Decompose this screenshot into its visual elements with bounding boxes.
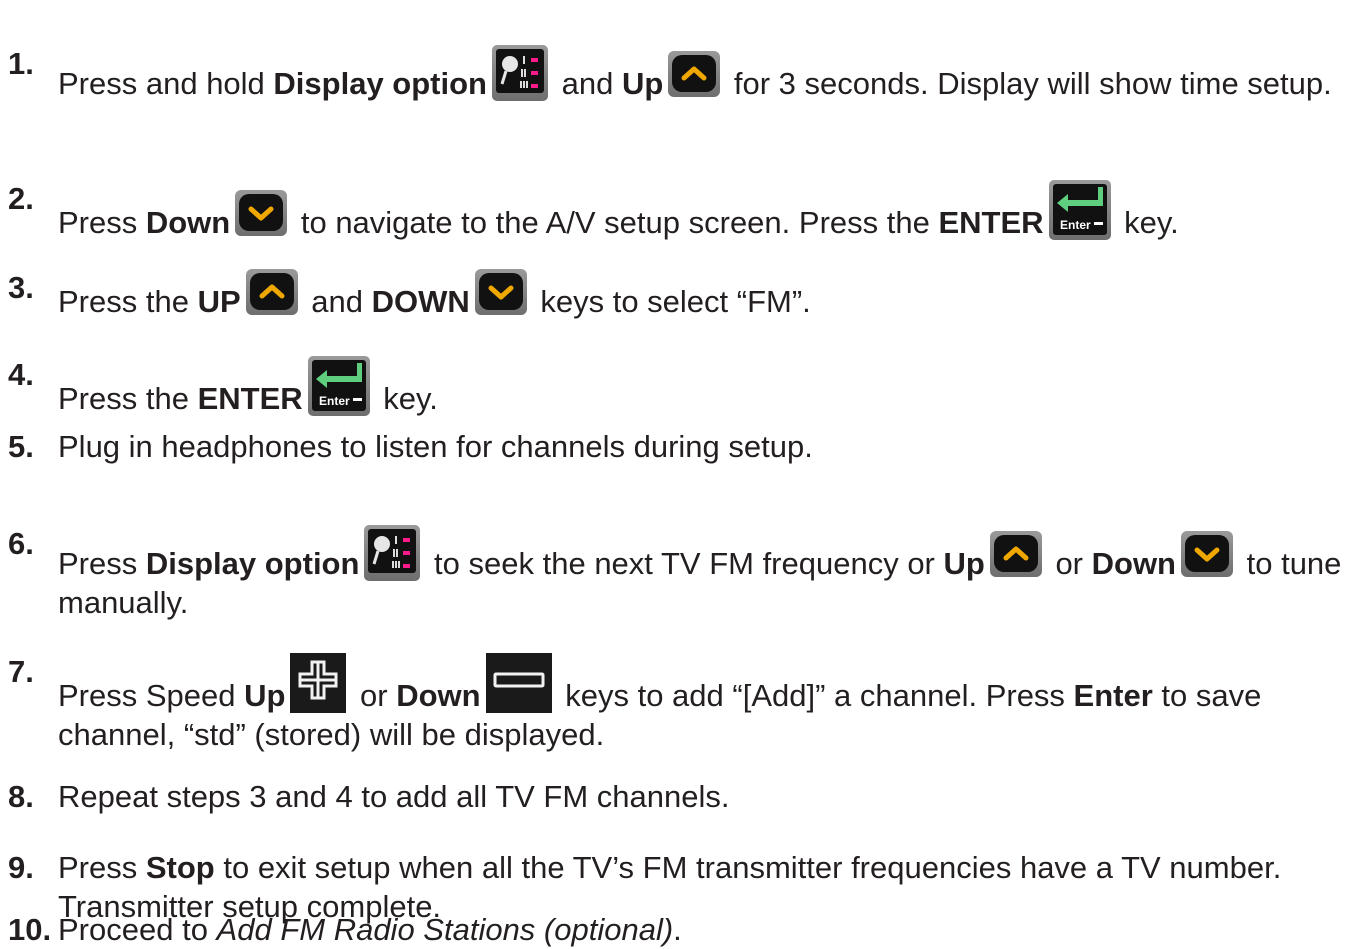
step-text: Press Display option to seek the next TV… xyxy=(58,524,1358,622)
step-text: Proceed to Add FM Radio Stations (option… xyxy=(58,912,682,947)
speed-down-minus-key-icon xyxy=(485,652,553,714)
step-number: 8. xyxy=(8,779,34,814)
enter-key-label: Enter xyxy=(1060,218,1091,232)
step-text: Plug in headphones to listen for channel… xyxy=(58,429,813,464)
step-8: 8. Repeat steps 3 and 4 to add all TV FM… xyxy=(8,777,1358,816)
enter-key-label: Enter xyxy=(319,394,350,408)
step-2: 2. Press Down to navigate to the A/V set… xyxy=(8,179,1358,242)
up-arrow-key-icon xyxy=(245,268,299,316)
cross-reference-link-text: Add FM Radio Stations (optional) xyxy=(216,912,674,947)
step-number: 4. xyxy=(8,357,34,392)
display-option-key-icon xyxy=(363,524,421,582)
step-text: Press and hold Display option and Up for… xyxy=(58,44,1358,103)
step-4: 4. Press the ENTER Enter key. xyxy=(8,355,1358,418)
step-3: 3. Press the UP and DOWN keys to select … xyxy=(8,268,1358,321)
step-1: 1. Press and hold Display option and Up … xyxy=(8,44,1358,103)
step-number: 6. xyxy=(8,526,34,561)
display-option-key-icon xyxy=(491,44,549,102)
step-text: Press Speed Up or Down keys to add “[Add… xyxy=(58,652,1358,754)
step-10: 10. Proceed to Add FM Radio Stations (op… xyxy=(8,910,1358,949)
speed-up-plus-key-icon xyxy=(289,652,347,714)
step-5: 5. Plug in headphones to listen for chan… xyxy=(8,427,1358,466)
step-text: Press the UP and DOWN keys to select “FM… xyxy=(58,268,1358,321)
step-number: 7. xyxy=(8,654,34,689)
step-7: 7. Press Speed Up or Down keys to add “[… xyxy=(8,652,1358,754)
up-arrow-key-icon xyxy=(667,50,721,98)
up-arrow-key-icon xyxy=(989,530,1043,578)
down-arrow-key-icon xyxy=(474,268,528,316)
down-arrow-key-icon xyxy=(1180,530,1234,578)
step-number: 5. xyxy=(8,429,34,464)
step-number: 9. xyxy=(8,850,34,885)
step-number: 3. xyxy=(8,270,34,305)
step-text: Press the ENTER Enter key. xyxy=(58,355,1358,418)
enter-key-icon: Enter xyxy=(1048,179,1112,241)
step-number: 1. xyxy=(8,46,34,81)
step-6: 6. Press Display option to seek the next… xyxy=(8,524,1358,622)
step-text: Press Down to navigate to the A/V setup … xyxy=(58,179,1358,242)
down-arrow-key-icon xyxy=(234,189,288,237)
step-text: Repeat steps 3 and 4 to add all TV FM ch… xyxy=(58,779,730,814)
enter-key-icon: Enter xyxy=(307,355,371,417)
step-number: 10. xyxy=(8,912,52,947)
step-number: 2. xyxy=(8,181,34,216)
